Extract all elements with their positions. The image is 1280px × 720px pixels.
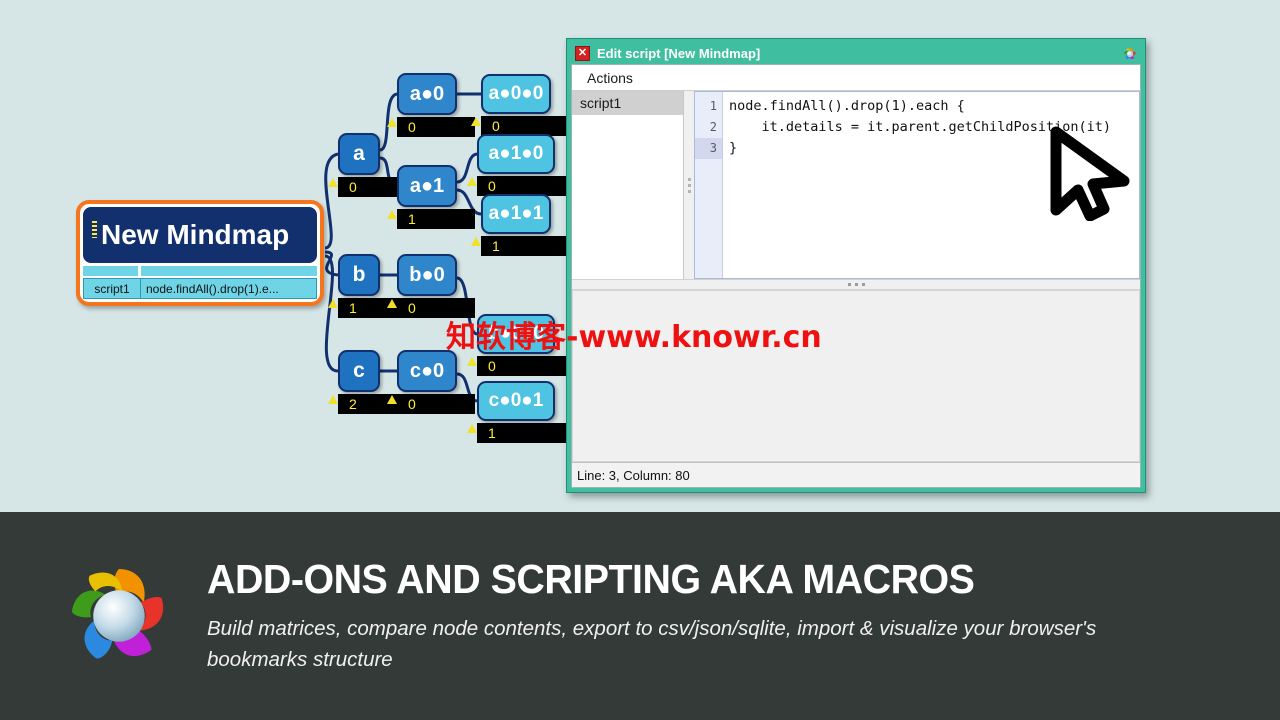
detail-triangle-icon <box>467 424 477 433</box>
root-attribute-header <box>83 266 317 276</box>
close-icon[interactable]: ✕ <box>575 46 590 61</box>
mindmap-node-c00[interactable]: c●0●1 1 <box>467 381 573 443</box>
detail-triangle-icon <box>328 178 338 187</box>
node-label: a●1 <box>397 165 457 207</box>
window-title: Edit script [New Mindmap] <box>597 46 761 61</box>
node-detail-value: 1 <box>349 300 357 316</box>
detail-triangle-icon <box>387 118 397 127</box>
attribute-value: node.findAll().drop(1).e... <box>141 278 317 299</box>
mindmap-node-a10[interactable]: a●1●0 0 <box>467 134 573 196</box>
mindmap-node-a1[interactable]: a●1 1 <box>387 165 475 229</box>
splitter-dot <box>861 283 865 286</box>
freeplane-logo-icon <box>1124 47 1136 59</box>
freeplane-logo <box>71 568 164 659</box>
node-detail-value: 1 <box>492 238 500 254</box>
banner-text-block: ADD-ONS AND SCRIPTING AKA MACROS Build m… <box>207 556 1280 676</box>
node-detail: 1 <box>471 236 569 256</box>
detail-triangle-icon <box>328 395 338 404</box>
line-number: 3 <box>695 138 722 159</box>
detail-triangle-icon <box>328 299 338 308</box>
cursor-position-status: Line: 3, Column: 80 <box>577 467 690 483</box>
mindmap-node-a[interactable]: a0 <box>328 133 398 197</box>
attribute-header-value-cell <box>141 266 317 276</box>
node-detail-value: 0 <box>488 358 496 374</box>
mindmap-node-a11[interactable]: a●1●1 1 <box>471 194 569 256</box>
mindmap-node-c0[interactable]: c●0 0 <box>387 350 475 414</box>
node-detail-value: 0 <box>488 178 496 194</box>
node-detail-value: 1 <box>408 211 416 227</box>
node-label: c <box>338 350 380 392</box>
node-detail: 0 <box>387 394 475 414</box>
splitter-dot <box>687 183 691 187</box>
node-detail-value: 2 <box>349 396 357 412</box>
node-detail: 0 <box>328 177 398 197</box>
root-node-title: New Mindmap <box>83 207 317 263</box>
node-detail-value: 0 <box>408 300 416 316</box>
mouse-cursor-icon <box>1050 126 1130 221</box>
root-marker-icon <box>92 221 97 238</box>
root-node-label: New Mindmap <box>101 219 290 250</box>
mindmap-node-b0[interactable]: b●0 0 <box>387 254 475 318</box>
node-detail-value: 0 <box>408 396 416 412</box>
window-title-bar[interactable]: ✕ Edit script [New Mindmap] <box>571 43 1141 64</box>
attribute-name: script1 <box>83 278 141 299</box>
node-detail-value: 0 <box>349 179 357 195</box>
splitter-dot <box>847 283 851 286</box>
root-attribute-row[interactable]: script1 node.findAll().drop(1).e... <box>83 278 317 299</box>
node-label: b●0 <box>397 254 457 296</box>
code-line: node.findAll().drop(1).each { <box>729 98 965 114</box>
detail-triangle-icon <box>471 117 481 126</box>
attribute-header-name-cell <box>83 266 141 276</box>
splitter-dot <box>854 283 858 286</box>
mindmap-node-c[interactable]: c2 <box>328 350 398 414</box>
node-detail: 1 <box>467 423 573 443</box>
banner-title: ADD-ONS AND SCRIPTING AKA MACROS <box>207 556 975 603</box>
node-label: a●0 <box>397 73 457 115</box>
detail-triangle-icon <box>471 237 481 246</box>
line-number: 2 <box>709 120 717 134</box>
horizontal-splitter[interactable] <box>572 279 1140 290</box>
menu-item-actions[interactable]: Actions <box>577 68 643 88</box>
banner-subtitle: Build matrices, compare node contents, e… <box>207 617 1097 671</box>
detail-triangle-icon <box>387 395 397 404</box>
watermark-text: 知软博客-www.knowr.cn <box>446 320 822 355</box>
edit-script-window[interactable]: ✕ Edit script [New Mindmap] Actions scri… <box>566 38 1146 493</box>
mindmap-node-b[interactable]: b1 <box>328 254 398 318</box>
line-number-gutter: 1 2 3 <box>695 92 723 278</box>
script-list-panel[interactable]: script1 <box>572 91 684 279</box>
node-detail-value: 0 <box>492 118 500 134</box>
node-detail: 0 <box>467 176 573 196</box>
screenshot-root: New Mindmap script1 node.findAll().drop(… <box>0 0 1280 720</box>
node-detail: 0 <box>471 116 569 136</box>
script-list-item-script1[interactable]: script1 <box>572 91 683 115</box>
node-label: a●1●0 <box>477 134 555 174</box>
vertical-splitter[interactable] <box>684 91 694 279</box>
node-label: a <box>338 133 380 175</box>
node-label: a●0●0 <box>481 74 551 114</box>
node-detail: 0 <box>467 356 573 376</box>
node-detail: 1 <box>387 209 475 229</box>
node-detail-value: 0 <box>408 119 416 135</box>
node-label: c●0●1 <box>477 381 555 421</box>
status-bar: Line: 3, Column: 80 <box>572 462 1140 487</box>
node-detail-value: 1 <box>488 425 496 441</box>
node-label: a●1●1 <box>481 194 551 234</box>
mindmap-node-a00[interactable]: a●0●0 0 <box>471 74 569 136</box>
detail-triangle-icon <box>387 210 397 219</box>
bottom-banner: ADD-ONS AND SCRIPTING AKA MACROS Build m… <box>0 512 1280 720</box>
mindmap-node-a0[interactable]: a●0 0 <box>387 73 475 137</box>
node-label: b <box>338 254 380 296</box>
splitter-dot <box>687 177 691 181</box>
mindmap-root-node[interactable]: New Mindmap script1 node.findAll().drop(… <box>76 200 324 306</box>
menu-bar[interactable]: Actions <box>572 65 1140 91</box>
splitter-dot <box>687 189 691 193</box>
line-number: 1 <box>709 99 717 113</box>
node-detail: 0 <box>387 117 475 137</box>
detail-triangle-icon <box>387 299 397 308</box>
detail-triangle-icon <box>467 177 477 186</box>
node-label: c●0 <box>397 350 457 392</box>
